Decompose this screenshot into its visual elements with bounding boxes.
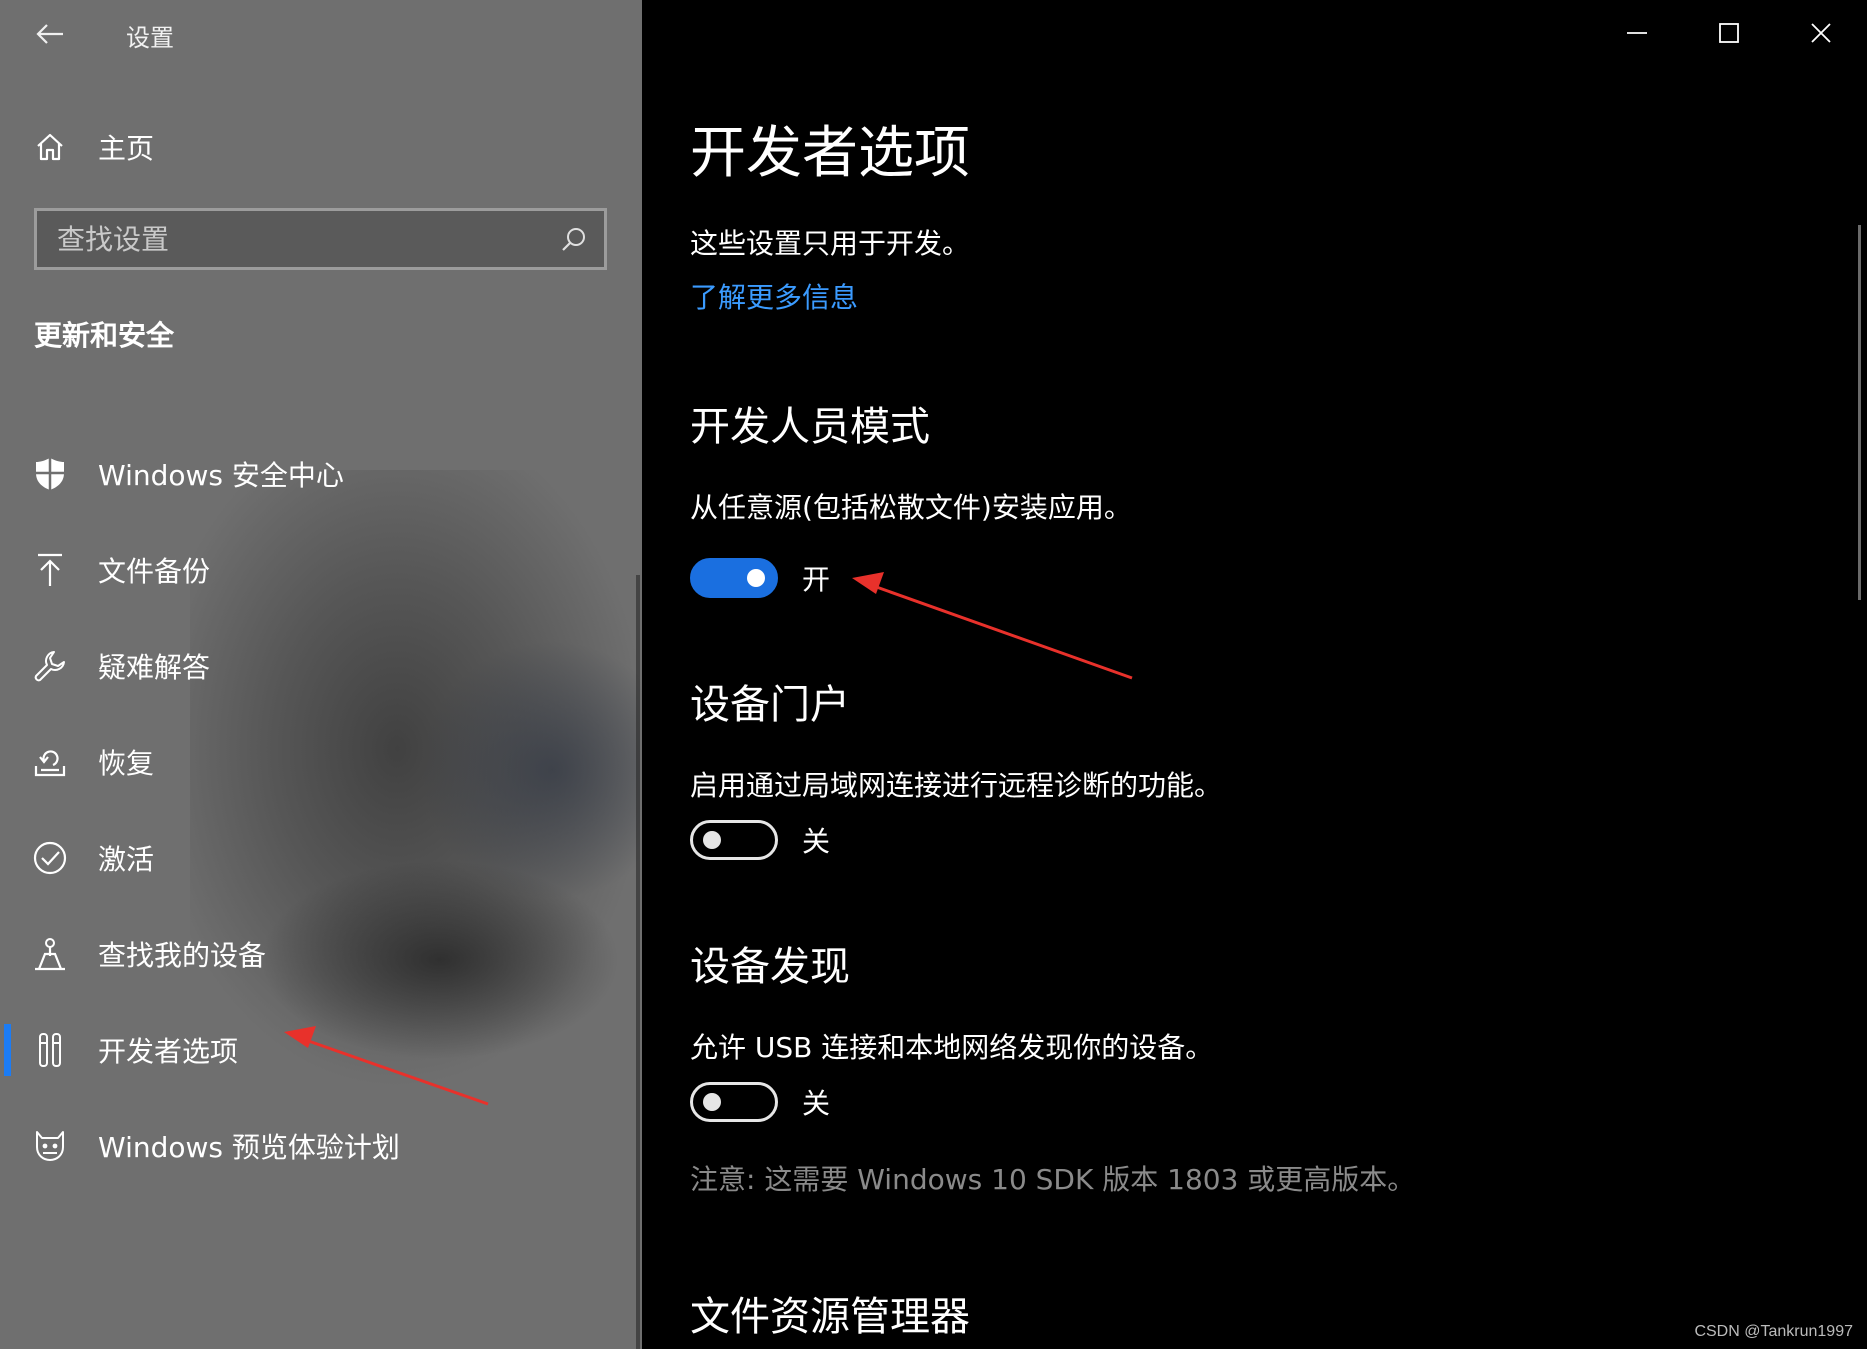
shield-icon bbox=[30, 454, 70, 494]
developer-mode-toggle-row: 开 bbox=[690, 556, 830, 600]
learn-more-link[interactable]: 了解更多信息 bbox=[690, 276, 858, 316]
sidebar-item-windows-security[interactable]: Windows 安全中心 bbox=[0, 426, 642, 522]
sidebar-item-label: 文件备份 bbox=[98, 555, 211, 588]
sidebar-item-label: 恢复 bbox=[98, 747, 155, 780]
toggle-knob bbox=[747, 569, 765, 587]
toggle-knob bbox=[703, 1093, 721, 1111]
search-icon[interactable] bbox=[550, 215, 598, 263]
sidebar-item-troubleshoot[interactable]: 疑难解答 bbox=[0, 618, 642, 714]
file-explorer-heading: 文件资源管理器 bbox=[690, 1294, 970, 1340]
device-portal-description: 启用通过局域网连接进行远程诊断的功能。 bbox=[690, 769, 1223, 802]
developer-tools-icon bbox=[30, 1030, 70, 1070]
wrench-icon bbox=[30, 646, 70, 686]
section-title: 更新和安全 bbox=[34, 319, 175, 352]
minimize-button[interactable] bbox=[1591, 0, 1683, 66]
page-title: 开发者选项 bbox=[690, 121, 970, 186]
toggle-knob bbox=[703, 831, 721, 849]
sdk-note: 注意: 这需要 Windows 10 SDK 版本 1803 或更高版本。 bbox=[690, 1163, 1416, 1196]
check-circle-icon bbox=[30, 838, 70, 878]
find-device-icon bbox=[30, 934, 70, 974]
device-discovery-description: 允许 USB 连接和本地网络发现你的设备。 bbox=[690, 1031, 1214, 1064]
sidebar-item-find-my-device[interactable]: 查找我的设备 bbox=[0, 906, 642, 1002]
sidebar-item-home[interactable]: 主页 bbox=[30, 124, 154, 170]
device-portal-toggle-row: 关 bbox=[690, 818, 830, 862]
insider-cat-icon bbox=[30, 1126, 70, 1166]
device-discovery-heading: 设备发现 bbox=[690, 944, 850, 990]
sidebar-item-label: Windows 安全中心 bbox=[98, 459, 344, 492]
sidebar-item-backup[interactable]: 文件备份 bbox=[0, 522, 642, 618]
sidebar-item-label: 主页 bbox=[98, 132, 155, 165]
developer-mode-description: 从任意源(包括松散文件)安装应用。 bbox=[690, 491, 1132, 524]
content-pane: 开发者选项 这些设置只用于开发。 了解更多信息 开发人员模式 从任意源(包括松散… bbox=[642, 0, 1867, 1349]
close-icon bbox=[1811, 23, 1831, 43]
device-discovery-toggle[interactable] bbox=[690, 1082, 778, 1122]
sidebar-item-label: 激活 bbox=[98, 843, 155, 876]
sidebar-item-label: Windows 预览体验计划 bbox=[98, 1131, 400, 1164]
maximize-button[interactable] bbox=[1683, 0, 1775, 66]
device-portal-toggle[interactable] bbox=[690, 820, 778, 860]
app-title: 设置 bbox=[126, 24, 174, 52]
sidebar-nav: Windows 安全中心 文件备份 疑难解答 恢复 激活 查找我的设备 开发者选… bbox=[0, 426, 642, 1194]
page-description: 这些设置只用于开发。 bbox=[690, 227, 971, 260]
home-icon bbox=[30, 127, 70, 167]
minimize-icon bbox=[1627, 32, 1647, 34]
close-button[interactable] bbox=[1775, 0, 1867, 66]
sidebar-item-label: 查找我的设备 bbox=[98, 939, 267, 972]
sidebar-item-label: 开发者选项 bbox=[98, 1035, 239, 1068]
sidebar-item-developer-options[interactable]: 开发者选项 bbox=[0, 1002, 642, 1098]
title-bar: 设置 bbox=[0, 0, 642, 70]
back-button[interactable] bbox=[30, 16, 70, 52]
upload-arrow-icon bbox=[30, 550, 70, 590]
window-controls bbox=[1591, 0, 1867, 66]
device-discovery-toggle-row: 关 bbox=[690, 1080, 830, 1124]
toggle-state-label: 开 bbox=[802, 563, 831, 596]
watermark: CSDN @Tankrun1997 bbox=[1694, 1323, 1853, 1340]
sidebar-item-windows-insider[interactable]: Windows 预览体验计划 bbox=[0, 1098, 642, 1194]
sidebar-item-activation[interactable]: 激活 bbox=[0, 810, 642, 906]
sidebar-item-label: 疑难解答 bbox=[98, 651, 211, 684]
maximize-icon bbox=[1719, 23, 1739, 43]
back-arrow-icon bbox=[36, 24, 63, 44]
developer-mode-heading: 开发人员模式 bbox=[690, 404, 930, 450]
scrollbar[interactable] bbox=[1858, 225, 1861, 600]
search-input[interactable] bbox=[37, 210, 550, 268]
device-portal-heading: 设备门户 bbox=[690, 682, 850, 728]
toggle-state-label: 关 bbox=[802, 1087, 831, 1120]
recovery-icon bbox=[30, 742, 70, 782]
search-box[interactable] bbox=[34, 208, 607, 270]
sidebar-item-recovery[interactable]: 恢复 bbox=[0, 714, 642, 810]
developer-mode-toggle[interactable] bbox=[690, 558, 778, 598]
sidebar: 设置 主页 更新和安全 Windows 安全 bbox=[0, 0, 642, 1349]
toggle-state-label: 关 bbox=[802, 825, 831, 858]
